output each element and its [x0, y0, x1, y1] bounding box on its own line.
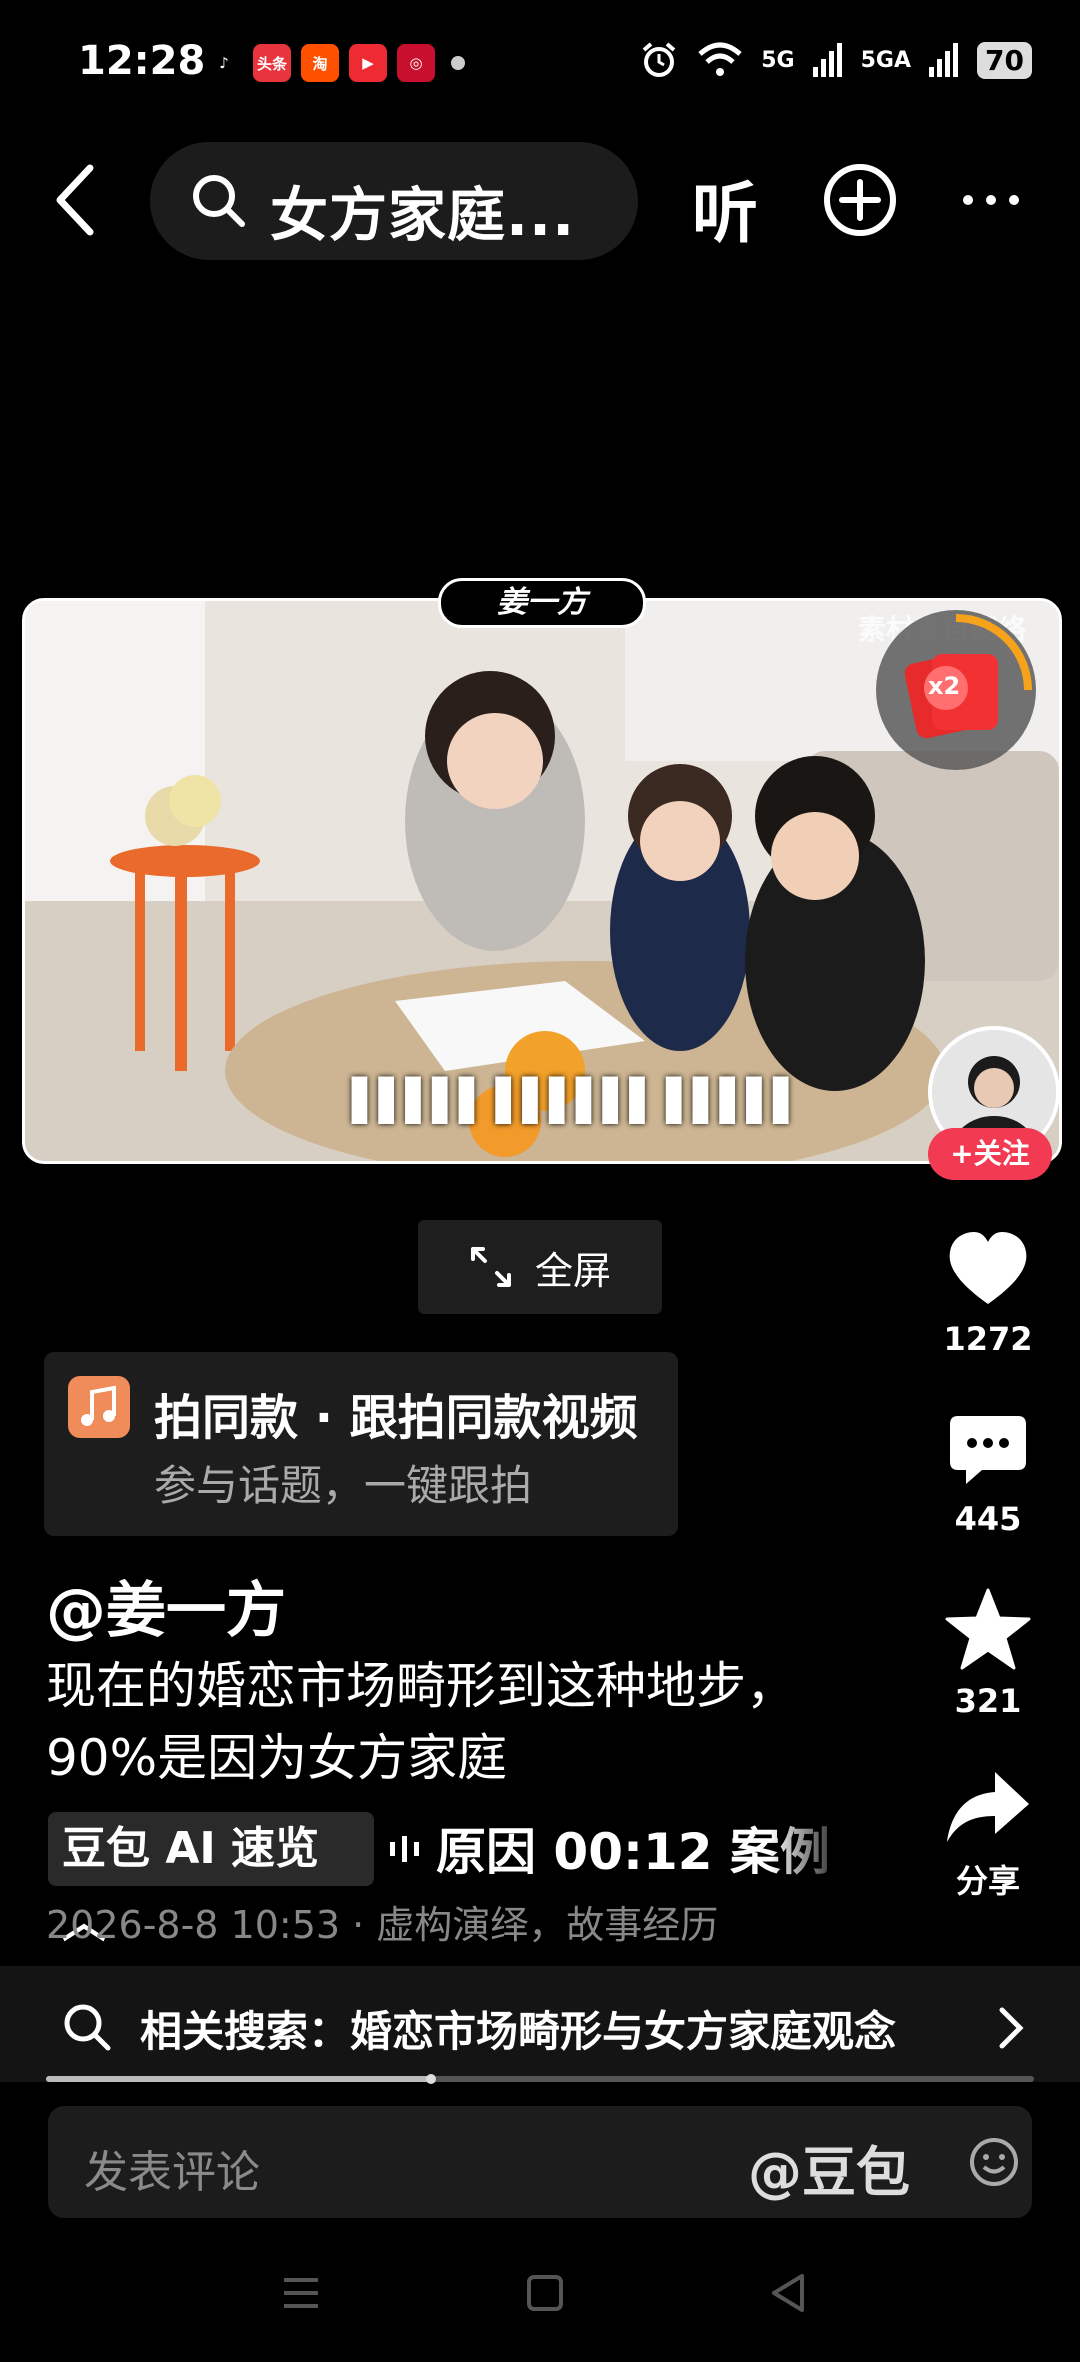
follow-button[interactable]: +关注 — [928, 1128, 1052, 1180]
chapter-fade — [770, 1806, 850, 1892]
alarm-icon — [642, 42, 676, 77]
video-app-icon: ▶ — [349, 44, 387, 82]
like-count: 1272 — [943, 1320, 1033, 1358]
bank-icon: ◎ — [397, 44, 435, 82]
related-search-text: 相关搜索：婚恋市场畸形与女方家庭观念 — [140, 2007, 897, 2056]
wifi-icon — [698, 42, 742, 76]
favorite-count: 321 — [954, 1682, 1022, 1720]
battery-icon: 70 — [977, 41, 1032, 79]
ai-summary-label: 豆包 AI 速览 — [62, 1823, 320, 1874]
tiktok-icon: ♪ — [205, 44, 243, 82]
network-5g-label: 5G — [761, 47, 795, 73]
chevron-right-icon — [999, 2007, 1024, 2049]
video-author-tag: 姜一方 — [438, 578, 646, 628]
post-description: 现在的婚恋市场畸形到这种地步，90%是因为女方家庭 — [46, 1657, 796, 1787]
like-button[interactable]: 1272 — [918, 1230, 1058, 1358]
share-label: 分享 — [955, 1862, 1020, 1900]
fullscreen-label: 全屏 — [534, 1248, 611, 1293]
emoji-icon[interactable] — [968, 2136, 1020, 2188]
heart-icon — [949, 1232, 1027, 1304]
search-icon — [64, 2004, 111, 2051]
search-query[interactable]: 女方家庭... — [270, 168, 575, 252]
chapter-bars-icon — [390, 1836, 419, 1862]
comment-count: 445 — [954, 1500, 1022, 1538]
star-icon — [945, 1588, 1031, 1670]
music-note-icon — [68, 1376, 130, 1438]
more-icon[interactable] — [960, 190, 1022, 210]
notification-dot-icon — [451, 56, 465, 70]
video-progress-fill — [46, 2076, 431, 2082]
status-time: 12:28 — [78, 38, 206, 84]
comment-button[interactable]: 445 — [918, 1414, 1058, 1538]
network-5ga-label: 5GA — [860, 47, 912, 73]
taobao-icon: 淘 — [301, 44, 339, 82]
status-app-icons: ♪ 头条淘 ▶ ◎ — [205, 44, 465, 82]
search-icon — [193, 175, 245, 227]
share-arrow-icon — [947, 1772, 1029, 1842]
same-style-subtitle: 参与话题，一键跟拍 — [154, 1461, 533, 1510]
post-meta: 2026-8-8 10:53 · 虚构演绎，故事经历 — [46, 1903, 719, 1947]
signal-icon-2 — [929, 43, 959, 77]
home-nav-icon[interactable] — [520, 2268, 570, 2318]
back-nav-icon[interactable] — [764, 2268, 814, 2318]
favorite-button[interactable]: 321 — [918, 1588, 1058, 1720]
add-circle-icon[interactable] — [822, 162, 898, 238]
video-caption: ▌▌▌▌▌ ▌▌▌▌▌▌ ▌▌▌▌▌ — [352, 1078, 804, 1124]
video-progress-handle[interactable] — [426, 2074, 436, 2084]
comment-icon — [950, 1416, 1026, 1484]
red-packet-multiplier: x2 — [928, 672, 961, 700]
back-arrow-icon[interactable] — [52, 160, 98, 240]
share-button[interactable]: 分享 — [918, 1770, 1058, 1902]
ai-summary-button[interactable]: 豆包 AI 速览 ︿ — [48, 1812, 374, 1948]
toutiao-icon: 头条 — [253, 44, 291, 82]
comment-placeholder: 发表评论 — [84, 2147, 260, 2198]
same-style-title: 拍同款 · 跟拍同款视频 — [154, 1390, 638, 1446]
signal-icon — [812, 43, 842, 77]
at-doubao-button[interactable]: @豆包 — [748, 2128, 910, 2207]
menu-nav-icon[interactable] — [276, 2268, 326, 2318]
status-indicators: 5G 5GA 70 — [639, 40, 1032, 80]
listen-button[interactable]: 听 — [692, 160, 758, 256]
fullscreen-button[interactable]: 全屏 — [418, 1220, 662, 1314]
author-handle[interactable]: @姜一方 — [46, 1562, 286, 1649]
expand-icon — [470, 1247, 511, 1287]
